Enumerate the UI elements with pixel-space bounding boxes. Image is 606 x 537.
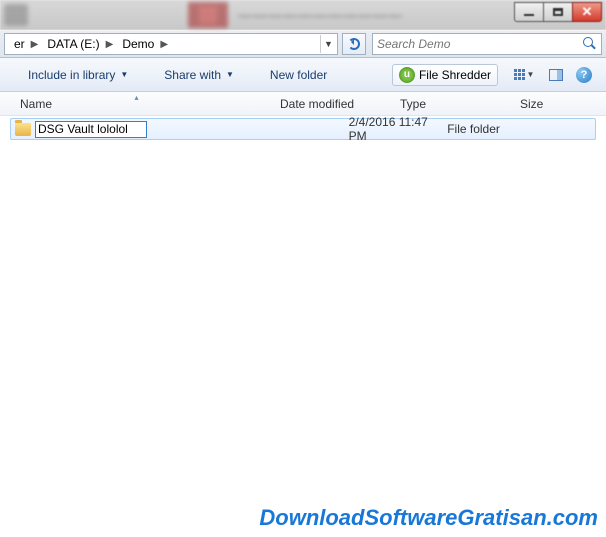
column-label: Type <box>400 97 426 111</box>
column-label: Size <box>520 97 543 111</box>
view-icon <box>514 69 525 80</box>
column-label: Name <box>20 97 52 111</box>
maximize-button[interactable] <box>543 2 573 22</box>
include-label: Include in library <box>28 68 115 82</box>
minimize-button[interactable] <box>514 2 544 22</box>
maximize-icon <box>553 8 563 16</box>
breadcrumb-label: Demo <box>122 37 154 51</box>
breadcrumb-label: DATA (E:) <box>47 37 99 51</box>
watermark-text: DownloadSoftwareGratisan.com <box>259 505 598 531</box>
folder-icon <box>15 123 31 136</box>
column-header-size[interactable]: Size <box>510 92 570 115</box>
shredder-label: File Shredder <box>419 68 491 82</box>
column-headers: Name ▴ Date modified Type Size <box>0 92 606 116</box>
chevron-right-icon[interactable]: ▶ <box>102 39 118 50</box>
breadcrumb-item-2[interactable]: Demo <box>117 34 156 54</box>
preview-pane-icon <box>549 69 563 81</box>
file-row[interactable]: 2/4/2016 11:47 PM File folder <box>10 118 596 140</box>
breadcrumb-history-dropdown[interactable]: ▼ <box>320 35 336 53</box>
shredder-icon: u <box>399 67 415 83</box>
column-header-date[interactable]: Date modified <box>270 92 390 115</box>
refresh-icon <box>348 38 360 50</box>
include-in-library-button[interactable]: Include in library ▼ <box>20 64 136 86</box>
chevron-down-icon: ▼ <box>527 70 535 79</box>
chevron-right-icon[interactable]: ▶ <box>156 39 172 50</box>
refresh-button[interactable] <box>342 33 366 55</box>
help-icon: ? <box>576 67 592 83</box>
address-bar: er ▶ DATA (E:) ▶ Demo ▶ ▼ <box>0 30 606 58</box>
toolbar: Include in library ▼ Share with ▼ New fo… <box>0 58 606 92</box>
minimize-icon <box>524 14 534 16</box>
window-controls: ✕ <box>515 2 602 22</box>
chevron-down-icon: ▼ <box>226 70 234 79</box>
chevron-down-icon: ▼ <box>324 39 333 49</box>
close-icon: ✕ <box>582 4 593 20</box>
background-blur: ——————————— <box>0 0 403 30</box>
column-header-name[interactable]: Name ▴ <box>0 92 270 115</box>
breadcrumb-item-1[interactable]: DATA (E:) <box>42 34 101 54</box>
file-shredder-button[interactable]: u File Shredder <box>392 64 498 86</box>
file-name-cell[interactable] <box>15 121 219 138</box>
sort-ascending-icon: ▴ <box>135 93 139 102</box>
file-type-cell: File folder <box>447 122 546 136</box>
breadcrumb-item-0[interactable]: er <box>9 34 27 54</box>
chevron-right-icon[interactable]: ▶ <box>27 39 43 50</box>
chevron-down-icon: ▼ <box>120 70 128 79</box>
close-button[interactable]: ✕ <box>572 2 602 22</box>
share-label: Share with <box>164 68 221 82</box>
new-folder-button[interactable]: New folder <box>262 64 335 86</box>
titlebar: ——————————— ✕ <box>0 0 606 30</box>
rename-input[interactable] <box>35 121 147 138</box>
breadcrumb[interactable]: er ▶ DATA (E:) ▶ Demo ▶ ▼ <box>4 33 338 55</box>
column-header-type[interactable]: Type <box>390 92 510 115</box>
newfolder-label: New folder <box>270 68 327 82</box>
help-button[interactable]: ? <box>571 63 597 87</box>
search-icon[interactable] <box>583 37 597 51</box>
file-date-cell: 2/4/2016 11:47 PM <box>349 115 448 143</box>
column-label: Date modified <box>280 97 354 111</box>
breadcrumb-label: er <box>14 37 25 51</box>
file-list[interactable]: 2/4/2016 11:47 PM File folder <box>0 116 606 142</box>
search-input[interactable] <box>377 37 583 51</box>
share-with-button[interactable]: Share with ▼ <box>156 64 242 86</box>
preview-pane-button[interactable] <box>543 63 569 87</box>
search-box[interactable] <box>372 33 602 55</box>
view-options-button[interactable]: ▼ <box>507 63 541 87</box>
